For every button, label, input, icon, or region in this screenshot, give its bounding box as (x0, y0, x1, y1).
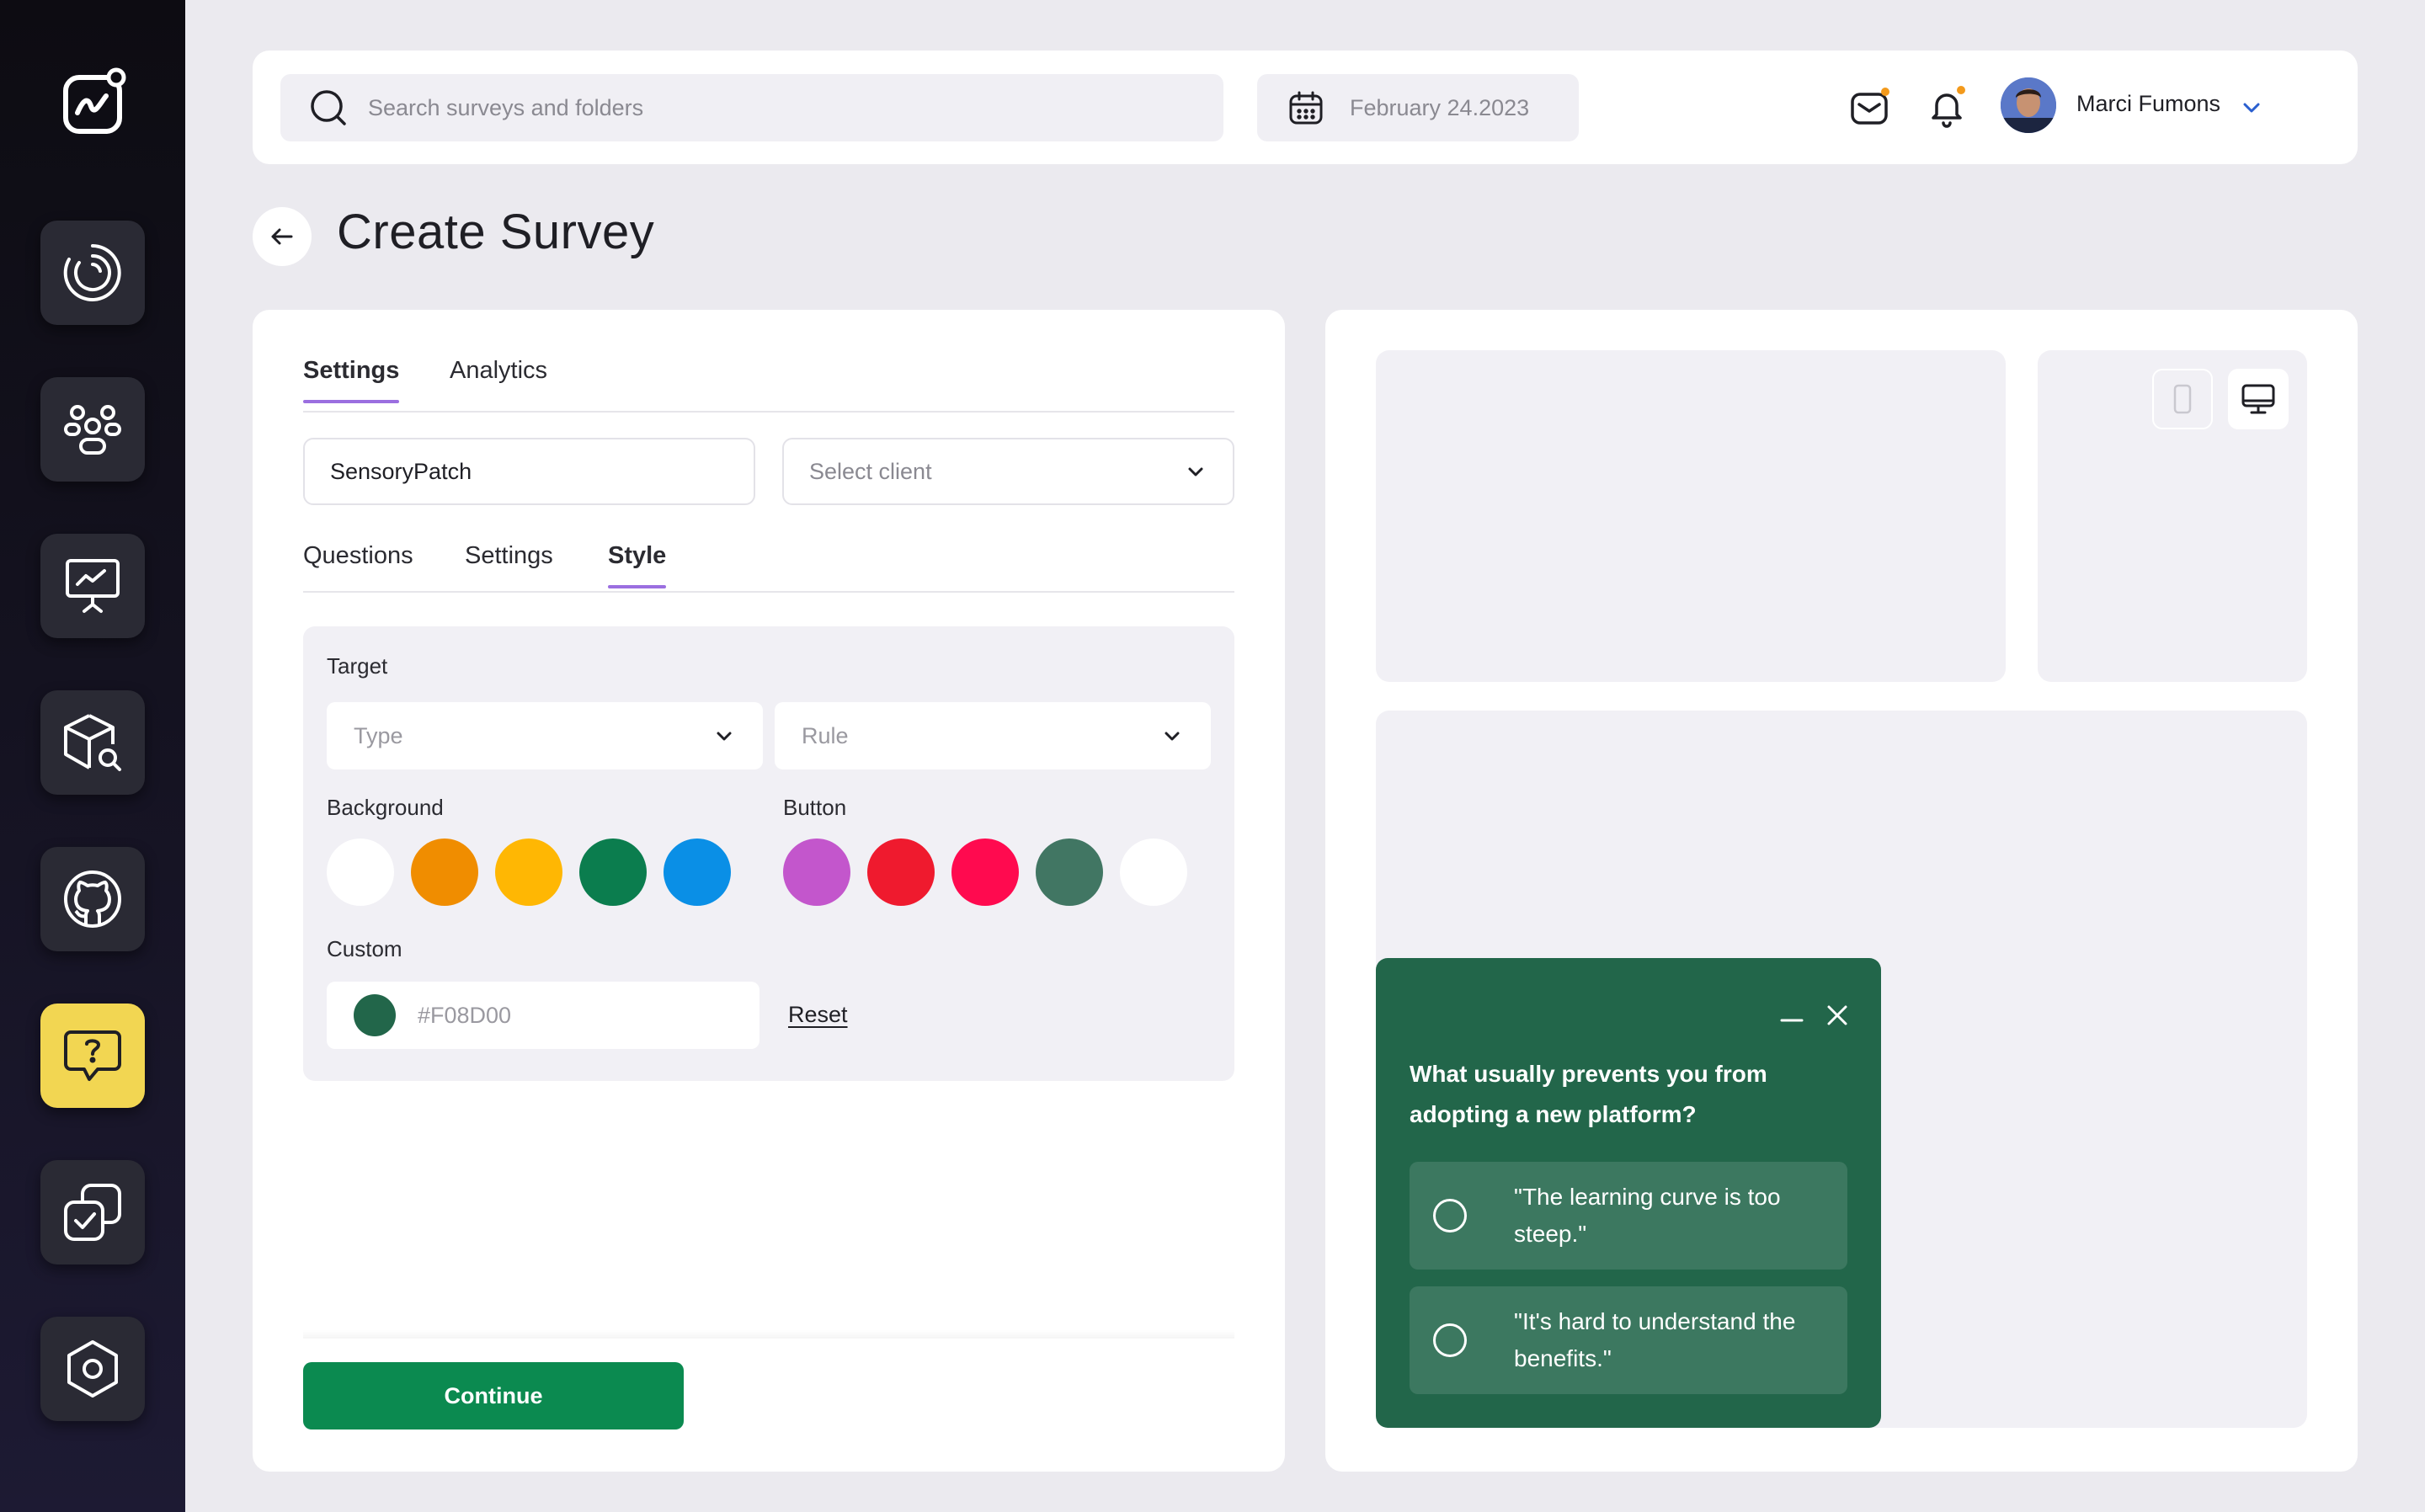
search-bar[interactable] (280, 74, 1223, 141)
custom-color-value: #F08D00 (418, 1002, 512, 1028)
avatar[interactable] (2001, 77, 2056, 133)
sidebar-item-tasks[interactable] (40, 1160, 145, 1264)
desktop-icon (2241, 384, 2275, 414)
preview-placeholder-main (1376, 350, 2006, 682)
sidebar-item-activity[interactable] (40, 221, 145, 325)
button-color-swatch[interactable] (783, 839, 850, 906)
check-copy-icon (64, 1184, 121, 1241)
tab-style[interactable]: Style (608, 542, 667, 588)
survey-name-field[interactable] (303, 438, 755, 505)
style-options: Target Type Rule Background Button Custo… (303, 626, 1234, 1081)
background-color-swatch[interactable] (411, 839, 478, 906)
tab-sub-settings[interactable]: Settings (465, 542, 553, 587)
page-title: Create Survey (337, 205, 655, 259)
sidebar-item-surveys[interactable] (40, 1004, 145, 1108)
survey-name-input[interactable] (330, 458, 728, 485)
background-color-swatch[interactable] (579, 839, 647, 906)
sidebar-item-audience[interactable] (40, 377, 145, 482)
minimize-icon[interactable] (1777, 1000, 1807, 1030)
button-color-swatch[interactable] (951, 839, 1019, 906)
footer-divider (303, 1330, 1234, 1339)
survey-question: What usually prevents you from adopting … (1410, 1061, 1767, 1127)
back-button[interactable] (253, 207, 312, 266)
rule-select-placeholder: Rule (802, 722, 849, 748)
reset-link[interactable]: Reset (788, 1002, 848, 1028)
date-value: February 24.2023 (1350, 94, 1530, 120)
tab-analytics[interactable]: Analytics (450, 357, 547, 402)
type-select[interactable]: Type (327, 702, 763, 769)
close-icon[interactable] (1822, 1000, 1852, 1030)
survey-settings-panel: Settings Analytics Select client Questio… (253, 310, 1285, 1472)
client-select[interactable]: Select client (782, 438, 1234, 505)
custom-color-chip[interactable] (354, 994, 396, 1036)
app-logo[interactable] (61, 67, 128, 135)
client-select-placeholder: Select client (809, 458, 932, 484)
background-label: Background (327, 795, 444, 820)
preview-placeholder-side (2038, 350, 2307, 682)
help-chat-icon (64, 1030, 121, 1081)
survey-option[interactable]: "The learning curve is too steep." (1410, 1162, 1847, 1270)
sidebar-item-products[interactable] (40, 690, 145, 795)
sidebar-item-github[interactable] (40, 847, 145, 951)
top-bar: February 24.2023 Marci Fumons (253, 51, 2358, 164)
sidebar-item-settings[interactable] (40, 1317, 145, 1421)
calendar-icon (1289, 91, 1323, 125)
github-icon (64, 870, 121, 928)
survey-widget-preview: What usually prevents you from adopting … (1376, 958, 1881, 1428)
chevron-down-icon (717, 732, 732, 741)
mobile-icon (2173, 384, 2192, 414)
continue-button[interactable]: Continue (303, 1362, 684, 1429)
chevron-down-icon (1188, 467, 1203, 476)
rule-select[interactable]: Rule (775, 702, 1211, 769)
background-color-swatch[interactable] (327, 839, 394, 906)
search-icon (311, 90, 346, 125)
button-color-swatch[interactable] (1036, 839, 1103, 906)
button-color-swatch[interactable] (867, 839, 935, 906)
button-color-swatch[interactable] (1120, 839, 1187, 906)
hexagon-settings-icon (67, 1340, 118, 1398)
notifications-button[interactable] (1923, 84, 1970, 131)
background-color-swatch[interactable] (664, 839, 731, 906)
preview-panel: What usually prevents you from adopting … (1325, 310, 2358, 1472)
mobile-view-button[interactable] (2152, 369, 2213, 429)
search-input[interactable] (368, 94, 1126, 121)
target-label: Target (327, 653, 388, 679)
bell-notification-dot (1957, 86, 1965, 94)
radio-button[interactable] (1433, 1323, 1467, 1357)
sub-tabs: Questions Settings Style (303, 542, 1234, 593)
main-tabs: Settings Analytics (303, 357, 1234, 413)
arrow-left-icon (271, 228, 293, 245)
messages-button[interactable] (1846, 84, 1893, 131)
survey-option-label: "It's hard to understand the benefits." (1514, 1308, 1796, 1371)
presentation-chart-icon (66, 559, 120, 613)
button-label: Button (783, 795, 847, 820)
survey-option[interactable]: "It's hard to understand the benefits." (1410, 1286, 1847, 1394)
mail-notification-dot (1881, 88, 1889, 96)
chevron-down-icon (1165, 732, 1180, 741)
background-color-swatch[interactable] (495, 839, 562, 906)
user-portrait-icon (2001, 77, 2056, 133)
tab-questions[interactable]: Questions (303, 542, 413, 587)
chevron-down-icon[interactable] (2236, 93, 2267, 123)
box-search-icon (64, 714, 121, 771)
users-group-icon (64, 405, 121, 455)
radio-button[interactable] (1433, 1199, 1467, 1232)
desktop-view-button[interactable] (2228, 369, 2289, 429)
sidebar-item-reports[interactable] (40, 534, 145, 638)
date-picker[interactable]: February 24.2023 (1257, 74, 1579, 141)
custom-label: Custom (327, 936, 402, 961)
user-name: Marci Fumons (2076, 91, 2221, 116)
survey-option-label: "The learning curve is too steep." (1514, 1184, 1781, 1247)
activity-ring-icon (63, 244, 121, 301)
sidebar (0, 0, 185, 1512)
tab-settings[interactable]: Settings (303, 357, 400, 403)
custom-color-field[interactable]: #F08D00 (327, 982, 759, 1049)
type-select-placeholder: Type (354, 722, 403, 748)
